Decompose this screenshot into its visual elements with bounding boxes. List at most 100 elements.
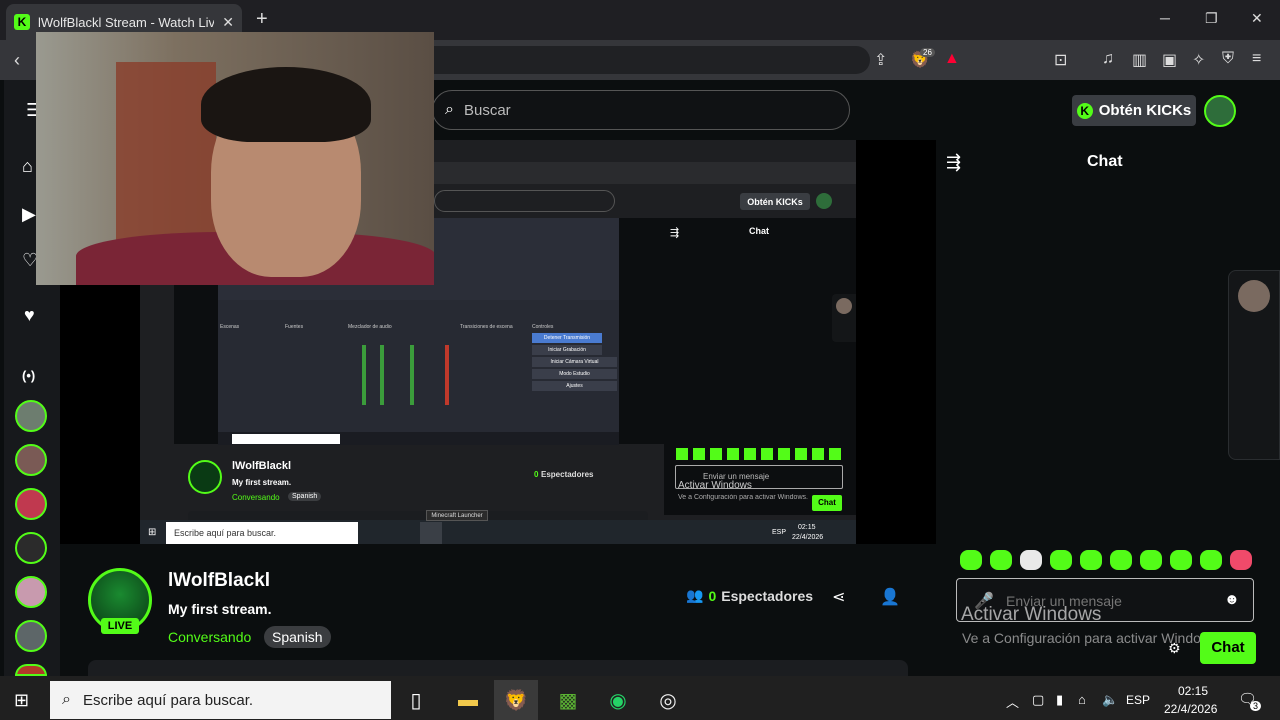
nested-audio-meter <box>410 345 414 405</box>
nested-stream-category: Conversando <box>232 493 280 502</box>
nested-streamer-avatar <box>188 460 222 494</box>
live-broadcast-icon: (•) <box>22 368 36 383</box>
taskbar-search-placeholder: Escribe aquí para buscar. <box>82 691 254 709</box>
nested-audio-meter <box>445 345 449 405</box>
nested-viewers-count: 0 <box>534 470 539 479</box>
windows-start-icon[interactable]: ⊞ <box>14 690 29 711</box>
live-badge: LIVE <box>101 618 139 634</box>
activate-windows-title: Activar Windows <box>961 604 1102 625</box>
brave-rewards-icon[interactable]: ▲ <box>944 50 960 68</box>
minecraft-launcher-icon[interactable]: ▩ <box>546 680 590 720</box>
nested-below-bar <box>188 511 648 520</box>
input-language[interactable]: ESP <box>1126 693 1150 707</box>
emote-icon[interactable] <box>1200 550 1222 570</box>
nested-viewers-label: Espectadores <box>541 470 594 479</box>
stream-language-tag[interactable]: Spanish <box>264 626 331 648</box>
user-avatar[interactable] <box>1204 95 1236 127</box>
minimize-button[interactable]: ─ <box>1160 10 1170 26</box>
taskbar-search[interactable]: ⌕ Escribe aquí para buscar. <box>50 681 391 719</box>
emote-icon[interactable] <box>990 550 1012 570</box>
leo-ai-icon[interactable]: ✧ <box>1192 50 1205 70</box>
nested-chat-collapse-icon: ⇶ <box>670 227 680 239</box>
nested-activate-sub: Ve a Configuración para activar Windows. <box>678 494 808 501</box>
nested-obs-header: Mezclador de audio <box>348 324 392 330</box>
brave-browser-icon[interactable]: 🦁 <box>494 680 538 720</box>
search-bar[interactable]: ⌕ Buscar <box>432 90 850 130</box>
nested-audio-meter <box>380 345 384 405</box>
emoji-picker-icon[interactable]: ☻ <box>1224 591 1240 608</box>
network-icon[interactable]: ⌂ <box>1078 692 1086 707</box>
follow-user-icon[interactable]: 👤 <box>880 587 900 607</box>
nested-emote-row <box>676 448 841 460</box>
favorites-heart-icon[interactable]: ♥ <box>24 305 35 326</box>
file-explorer-icon[interactable]: ▬ <box>446 680 490 720</box>
emote-icon[interactable] <box>1140 550 1162 570</box>
chat-send-button[interactable]: Chat <box>1200 632 1256 664</box>
viewer-count: 👥 0 Espectadores <box>686 587 813 604</box>
nested-obs-control: Detener Transmisión <box>532 333 602 343</box>
battery-icon[interactable]: ▮ <box>1056 692 1063 708</box>
maximize-button[interactable]: ❐ <box>1205 10 1218 27</box>
streamer-name[interactable]: lWolfBlackl <box>168 570 270 592</box>
home-icon[interactable]: ⌂ <box>22 156 33 177</box>
followed-channel-avatar[interactable] <box>15 620 47 652</box>
collapse-chat-icon[interactable]: ⇶ <box>946 152 961 173</box>
obs-studio-icon[interactable]: ◎ <box>646 680 690 720</box>
nested-browser-tabbar <box>434 140 856 162</box>
reader-mode-icon[interactable]: ⊡ <box>1054 50 1067 70</box>
nested-activate-title: Activar Windows <box>678 480 752 491</box>
nested-floater-avatar <box>836 298 852 314</box>
new-tab-button[interactable]: + <box>256 8 268 31</box>
stream-category[interactable]: Conversando <box>168 629 251 645</box>
clock-date[interactable]: 22/4/2026 <box>1164 702 1217 716</box>
nested-obs-header: Transiciones de escena <box>460 324 513 330</box>
whatsapp-icon[interactable]: ◉ <box>596 680 640 720</box>
tray-expand-icon[interactable]: ︿ <box>1006 692 1019 711</box>
nested-obs-control: Modo Estudio <box>532 369 617 379</box>
viewers-icon: 👥 <box>686 587 704 603</box>
nested-audio-meter <box>362 345 366 405</box>
followed-channel-avatar[interactable] <box>15 664 47 676</box>
shields-count-badge: 26 <box>920 48 935 57</box>
emote-icon[interactable] <box>1170 550 1192 570</box>
emote-icon[interactable] <box>1050 550 1072 570</box>
followed-channel-avatar[interactable] <box>15 576 47 608</box>
emote-icon[interactable] <box>1230 550 1252 570</box>
followed-channel-avatar[interactable] <box>15 488 47 520</box>
followed-channel-avatar[interactable] <box>15 532 47 564</box>
menu-icon[interactable]: ≡ <box>1252 50 1261 68</box>
chat-user-avatar[interactable] <box>1238 280 1270 312</box>
volume-icon[interactable]: 🔈 <box>1102 692 1118 708</box>
task-view-icon[interactable]: ▯ <box>394 680 438 720</box>
nested-obs-header: Controles <box>532 324 554 330</box>
followed-channel-avatar[interactable] <box>15 444 47 476</box>
browse-icon[interactable]: ▶ <box>22 204 36 225</box>
kick-logo-icon: K <box>1076 102 1093 119</box>
clock-time[interactable]: 02:15 <box>1178 684 1208 698</box>
nested-obs-control: Iniciar Grabación <box>532 345 602 355</box>
emote-icon[interactable] <box>1080 550 1102 570</box>
emote-icon[interactable] <box>1110 550 1132 570</box>
emote-icon[interactable] <box>1020 550 1042 570</box>
vpn-icon[interactable]: ⛨ <box>1222 50 1234 68</box>
viewers-label: Espectadores <box>721 587 814 604</box>
chat-settings-icon[interactable]: ⚙ <box>1168 640 1181 657</box>
viewers-number: 0 <box>708 587 717 604</box>
tray-app-icon[interactable]: ▢ <box>1032 692 1044 708</box>
followed-channel-avatar[interactable] <box>15 400 47 432</box>
share-page-icon[interactable]: ⇪ <box>874 50 887 70</box>
emote-icon[interactable] <box>960 550 982 570</box>
close-window-button[interactable]: ✕ <box>1251 10 1263 27</box>
close-tab-icon[interactable]: ✕ <box>222 14 234 31</box>
nested-obs-header: Escenas <box>220 324 240 330</box>
address-field[interactable] <box>420 46 870 74</box>
sidebar-toggle-icon[interactable]: ▥ <box>1132 50 1147 70</box>
back-icon[interactable]: ‹ <box>14 50 20 71</box>
get-kicks-button[interactable]: K Obtén KICKs <box>1072 95 1196 126</box>
music-icon[interactable]: ♫ <box>1102 50 1114 68</box>
search-icon: ⌕ <box>62 691 71 708</box>
nested-stream-language: Spanish <box>288 492 322 501</box>
nested-time: 02:15 <box>798 524 816 531</box>
wallet-icon[interactable]: ▣ <box>1162 50 1177 70</box>
share-icon[interactable]: ⋖ <box>832 587 845 607</box>
